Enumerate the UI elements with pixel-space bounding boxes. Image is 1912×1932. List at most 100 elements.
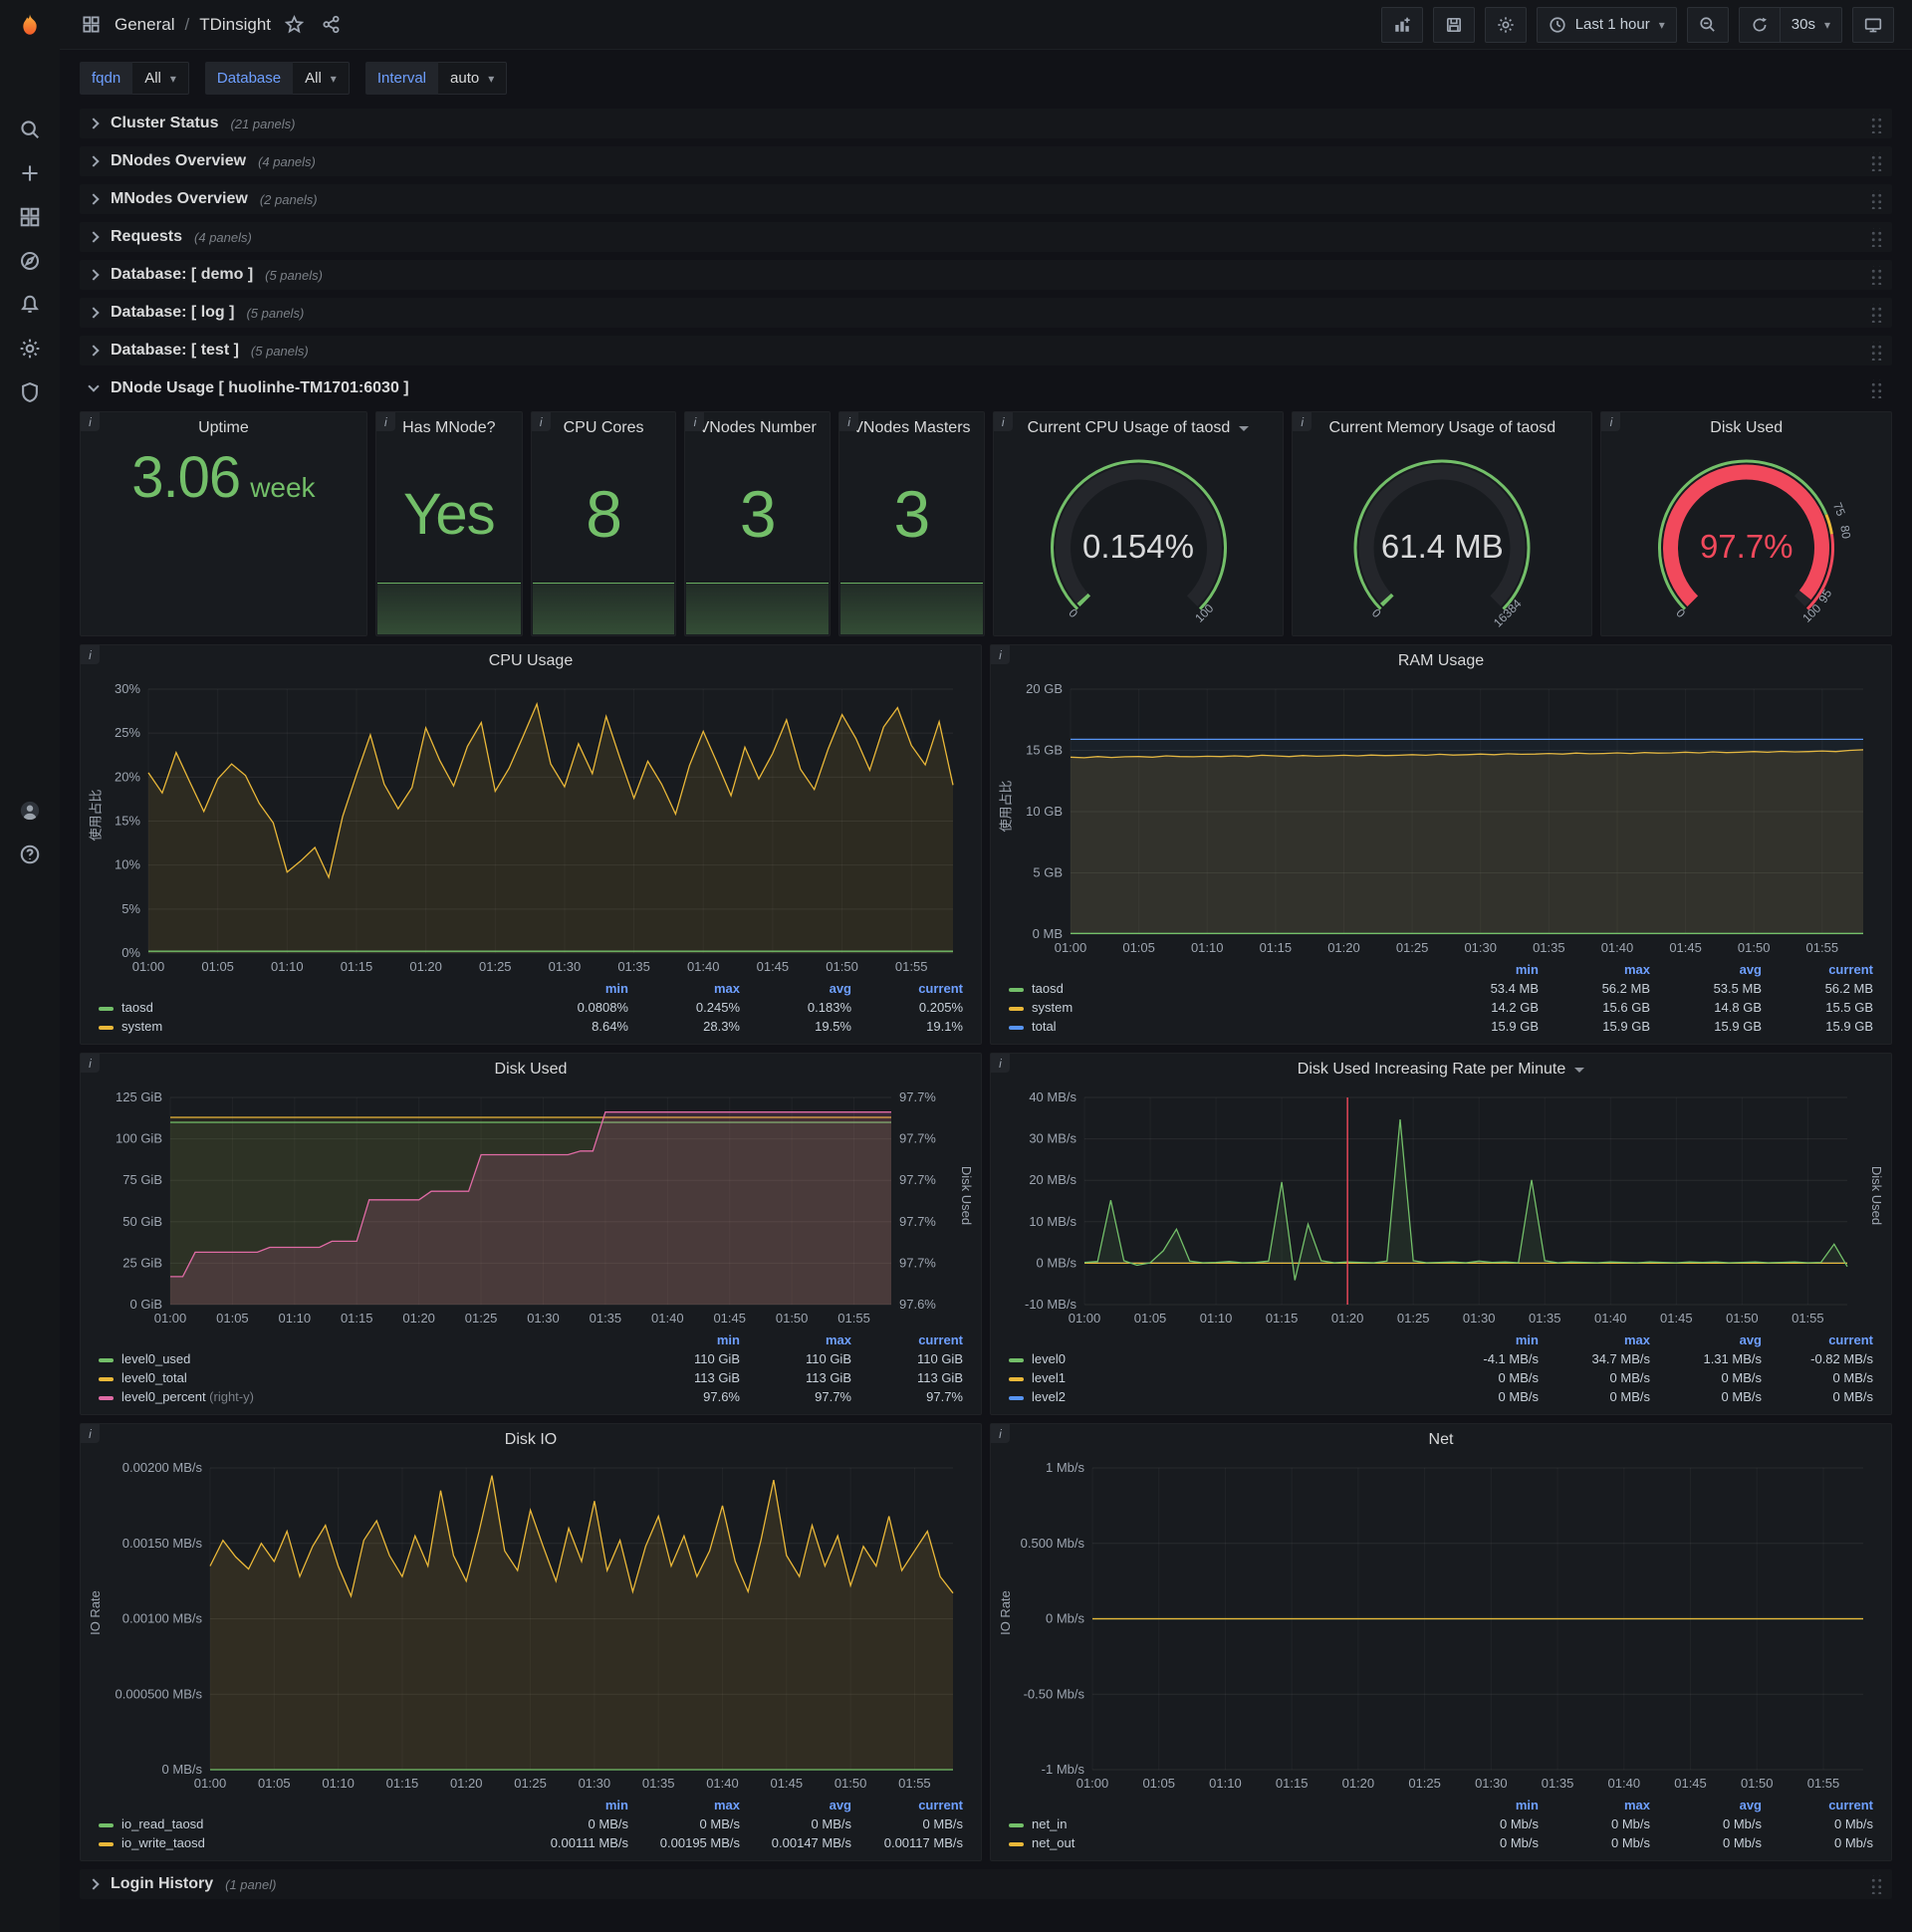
legend-column-header[interactable]: avg bbox=[1656, 1796, 1768, 1814]
legend-series-name[interactable]: io_read_taosd bbox=[93, 1814, 523, 1833]
legend-series-name[interactable]: taosd bbox=[1003, 979, 1433, 998]
help-icon[interactable] bbox=[0, 833, 60, 876]
series-color-swatch-icon[interactable] bbox=[1009, 1395, 1024, 1400]
row-drag-handle[interactable] bbox=[1869, 265, 1882, 285]
series-color-swatch-icon[interactable] bbox=[1009, 1822, 1024, 1827]
variable-fqdn-value[interactable]: All ▾ bbox=[132, 62, 189, 95]
series-color-swatch-icon[interactable] bbox=[99, 1822, 114, 1827]
row-drag-handle[interactable] bbox=[1869, 1874, 1882, 1894]
breadcrumb-dashboard-title[interactable]: TDinsight bbox=[199, 15, 271, 35]
row-database-log[interactable]: Database: [ log ] (5 panels) bbox=[80, 298, 1892, 328]
legend-column-header[interactable]: current bbox=[1768, 960, 1879, 979]
row-database-demo[interactable]: Database: [ demo ] (5 panels) bbox=[80, 260, 1892, 290]
row-drag-handle[interactable] bbox=[1869, 341, 1882, 361]
panel-info-icon[interactable]: i bbox=[81, 1054, 100, 1073]
legend-series-name[interactable]: level1 bbox=[1003, 1368, 1433, 1387]
zoom-out-button[interactable] bbox=[1686, 6, 1729, 43]
series-color-swatch-icon[interactable] bbox=[99, 1395, 114, 1400]
search-icon[interactable] bbox=[0, 108, 60, 151]
panel-info-icon[interactable]: i bbox=[991, 645, 1010, 664]
row-drag-handle[interactable] bbox=[1869, 114, 1882, 133]
disk-io-chart[interactable]: IO Rate 01:00 01:05 01:10 01:15 01:20 01:25 01… bbox=[87, 1456, 975, 1796]
configuration-gear-icon[interactable] bbox=[0, 327, 60, 370]
panel-info-icon[interactable]: i bbox=[991, 1424, 1010, 1443]
row-dnode-usage[interactable]: DNode Usage [ huolinhe-TM1701:6030 ] bbox=[80, 373, 1892, 403]
series-color-swatch-icon[interactable] bbox=[99, 1006, 114, 1011]
panel-title[interactable]: i Current CPU Usage of taosd bbox=[993, 412, 1284, 444]
variable-database[interactable]: Database All ▾ bbox=[204, 62, 350, 95]
panel-title[interactable]: i VNodes Number bbox=[685, 412, 830, 444]
series-color-swatch-icon[interactable] bbox=[1009, 1006, 1024, 1011]
row-drag-handle[interactable] bbox=[1869, 303, 1882, 323]
legend-column-header[interactable]: current bbox=[1768, 1330, 1879, 1349]
series-color-swatch-icon[interactable] bbox=[1009, 1841, 1024, 1846]
row-login-history[interactable]: Login History (1 panel) bbox=[80, 1869, 1892, 1899]
legend-series-name[interactable]: net_out bbox=[1003, 1833, 1433, 1852]
legend-column-header[interactable]: min bbox=[1433, 960, 1545, 979]
panel-menu-caret-icon[interactable] bbox=[1239, 425, 1250, 431]
legend-series-name[interactable]: level2 bbox=[1003, 1387, 1433, 1406]
row-drag-handle[interactable] bbox=[1869, 227, 1882, 247]
panel-title[interactable]: i VNodes Masters bbox=[839, 412, 984, 444]
legend-series-name[interactable]: system bbox=[93, 1017, 523, 1036]
series-color-swatch-icon[interactable] bbox=[99, 1357, 114, 1362]
legend-column-header[interactable]: current bbox=[857, 979, 969, 998]
legend-series-name[interactable]: level0 bbox=[1003, 1349, 1433, 1368]
panel-title[interactable]: i Net bbox=[991, 1424, 1891, 1456]
panel-title[interactable]: i Disk IO bbox=[81, 1424, 981, 1456]
panel-title[interactable]: i Disk Used bbox=[81, 1054, 981, 1086]
panel-title[interactable]: i Disk Used bbox=[1601, 412, 1891, 444]
legend-column-header[interactable]: min bbox=[1433, 1330, 1545, 1349]
variable-database-value[interactable]: All ▾ bbox=[293, 62, 350, 95]
star-icon[interactable] bbox=[281, 11, 308, 38]
series-color-swatch-icon[interactable] bbox=[1009, 1376, 1024, 1381]
ram-usage-chart[interactable]: 使用占比 01:00 01:05 01:10 01:15 01:20 01:25 01:30… bbox=[997, 677, 1885, 960]
legend-series-name[interactable]: taosd bbox=[93, 998, 523, 1017]
legend-column-header[interactable]: current bbox=[1768, 1796, 1879, 1814]
legend-column-header[interactable]: max bbox=[634, 979, 746, 998]
legend-column-header[interactable]: max bbox=[746, 1330, 857, 1349]
net-chart[interactable]: IO Rate 01:00 01:05 01:10 01:15 01:20 01:25 01… bbox=[997, 1456, 1885, 1796]
legend-column-header[interactable]: current bbox=[857, 1330, 969, 1349]
series-color-swatch-icon[interactable] bbox=[1009, 987, 1024, 992]
legend-series-name[interactable]: net_in bbox=[1003, 1814, 1433, 1833]
series-color-swatch-icon[interactable] bbox=[99, 1841, 114, 1846]
panel-title[interactable]: i RAM Usage bbox=[991, 645, 1891, 677]
variable-interval[interactable]: Interval auto ▾ bbox=[364, 62, 508, 95]
panel-title[interactable]: i Uptime bbox=[81, 412, 366, 444]
panel-info-icon[interactable]: i bbox=[1601, 412, 1621, 431]
legend-column-header[interactable]: max bbox=[1545, 960, 1656, 979]
share-icon[interactable] bbox=[318, 11, 345, 38]
series-color-swatch-icon[interactable] bbox=[1009, 1025, 1024, 1030]
row-drag-handle[interactable] bbox=[1869, 378, 1882, 398]
legend-series-name[interactable]: system bbox=[1003, 998, 1433, 1017]
panel-info-icon[interactable]: i bbox=[993, 412, 1013, 431]
series-color-swatch-icon[interactable] bbox=[99, 1025, 114, 1030]
cycle-view-monitor-icon[interactable] bbox=[1852, 6, 1894, 43]
legend-series-name[interactable]: level0_percent (right-y) bbox=[93, 1387, 634, 1406]
legend-column-header[interactable]: avg bbox=[746, 1796, 857, 1814]
time-range-picker[interactable]: Last 1 hour ▾ bbox=[1536, 6, 1677, 43]
refresh-interval-picker[interactable]: 30s ▾ bbox=[1780, 6, 1842, 43]
panel-menu-caret-icon[interactable] bbox=[1574, 1067, 1585, 1073]
row-cluster-status[interactable]: Cluster Status (21 panels) bbox=[80, 109, 1892, 138]
legend-column-header[interactable]: min bbox=[523, 1796, 634, 1814]
row-database-test[interactable]: Database: [ test ] (5 panels) bbox=[80, 336, 1892, 365]
panel-info-icon[interactable]: i bbox=[685, 412, 705, 431]
cpu-usage-chart[interactable]: 使用占比 01:00 01:05 01:10 01:15 01:20 01:25 01:30… bbox=[87, 677, 975, 979]
row-dnodes-overview[interactable]: DNodes Overview (4 panels) bbox=[80, 146, 1892, 176]
legend-column-header[interactable]: max bbox=[1545, 1796, 1656, 1814]
legend-column-header[interactable]: min bbox=[634, 1330, 746, 1349]
panel-title[interactable]: i CPU Cores bbox=[531, 412, 676, 444]
disk-used-chart[interactable]: Disk Used 01:00 01:05 01:10 01:15 01:20 01:25… bbox=[87, 1086, 975, 1330]
panel-info-icon[interactable]: i bbox=[1293, 412, 1313, 431]
row-mnodes-overview[interactable]: MNodes Overview (2 panels) bbox=[80, 184, 1892, 214]
panel-title[interactable]: i Has MNode? bbox=[375, 412, 522, 444]
user-avatar[interactable] bbox=[0, 789, 60, 833]
add-panel-button[interactable] bbox=[1380, 6, 1423, 43]
panel-info-icon[interactable]: i bbox=[81, 645, 100, 664]
legend-column-header[interactable]: avg bbox=[1656, 960, 1768, 979]
variable-fqdn[interactable]: fqdn All ▾ bbox=[80, 62, 189, 95]
row-drag-handle[interactable] bbox=[1869, 189, 1882, 209]
legend-column-header[interactable]: max bbox=[634, 1796, 746, 1814]
